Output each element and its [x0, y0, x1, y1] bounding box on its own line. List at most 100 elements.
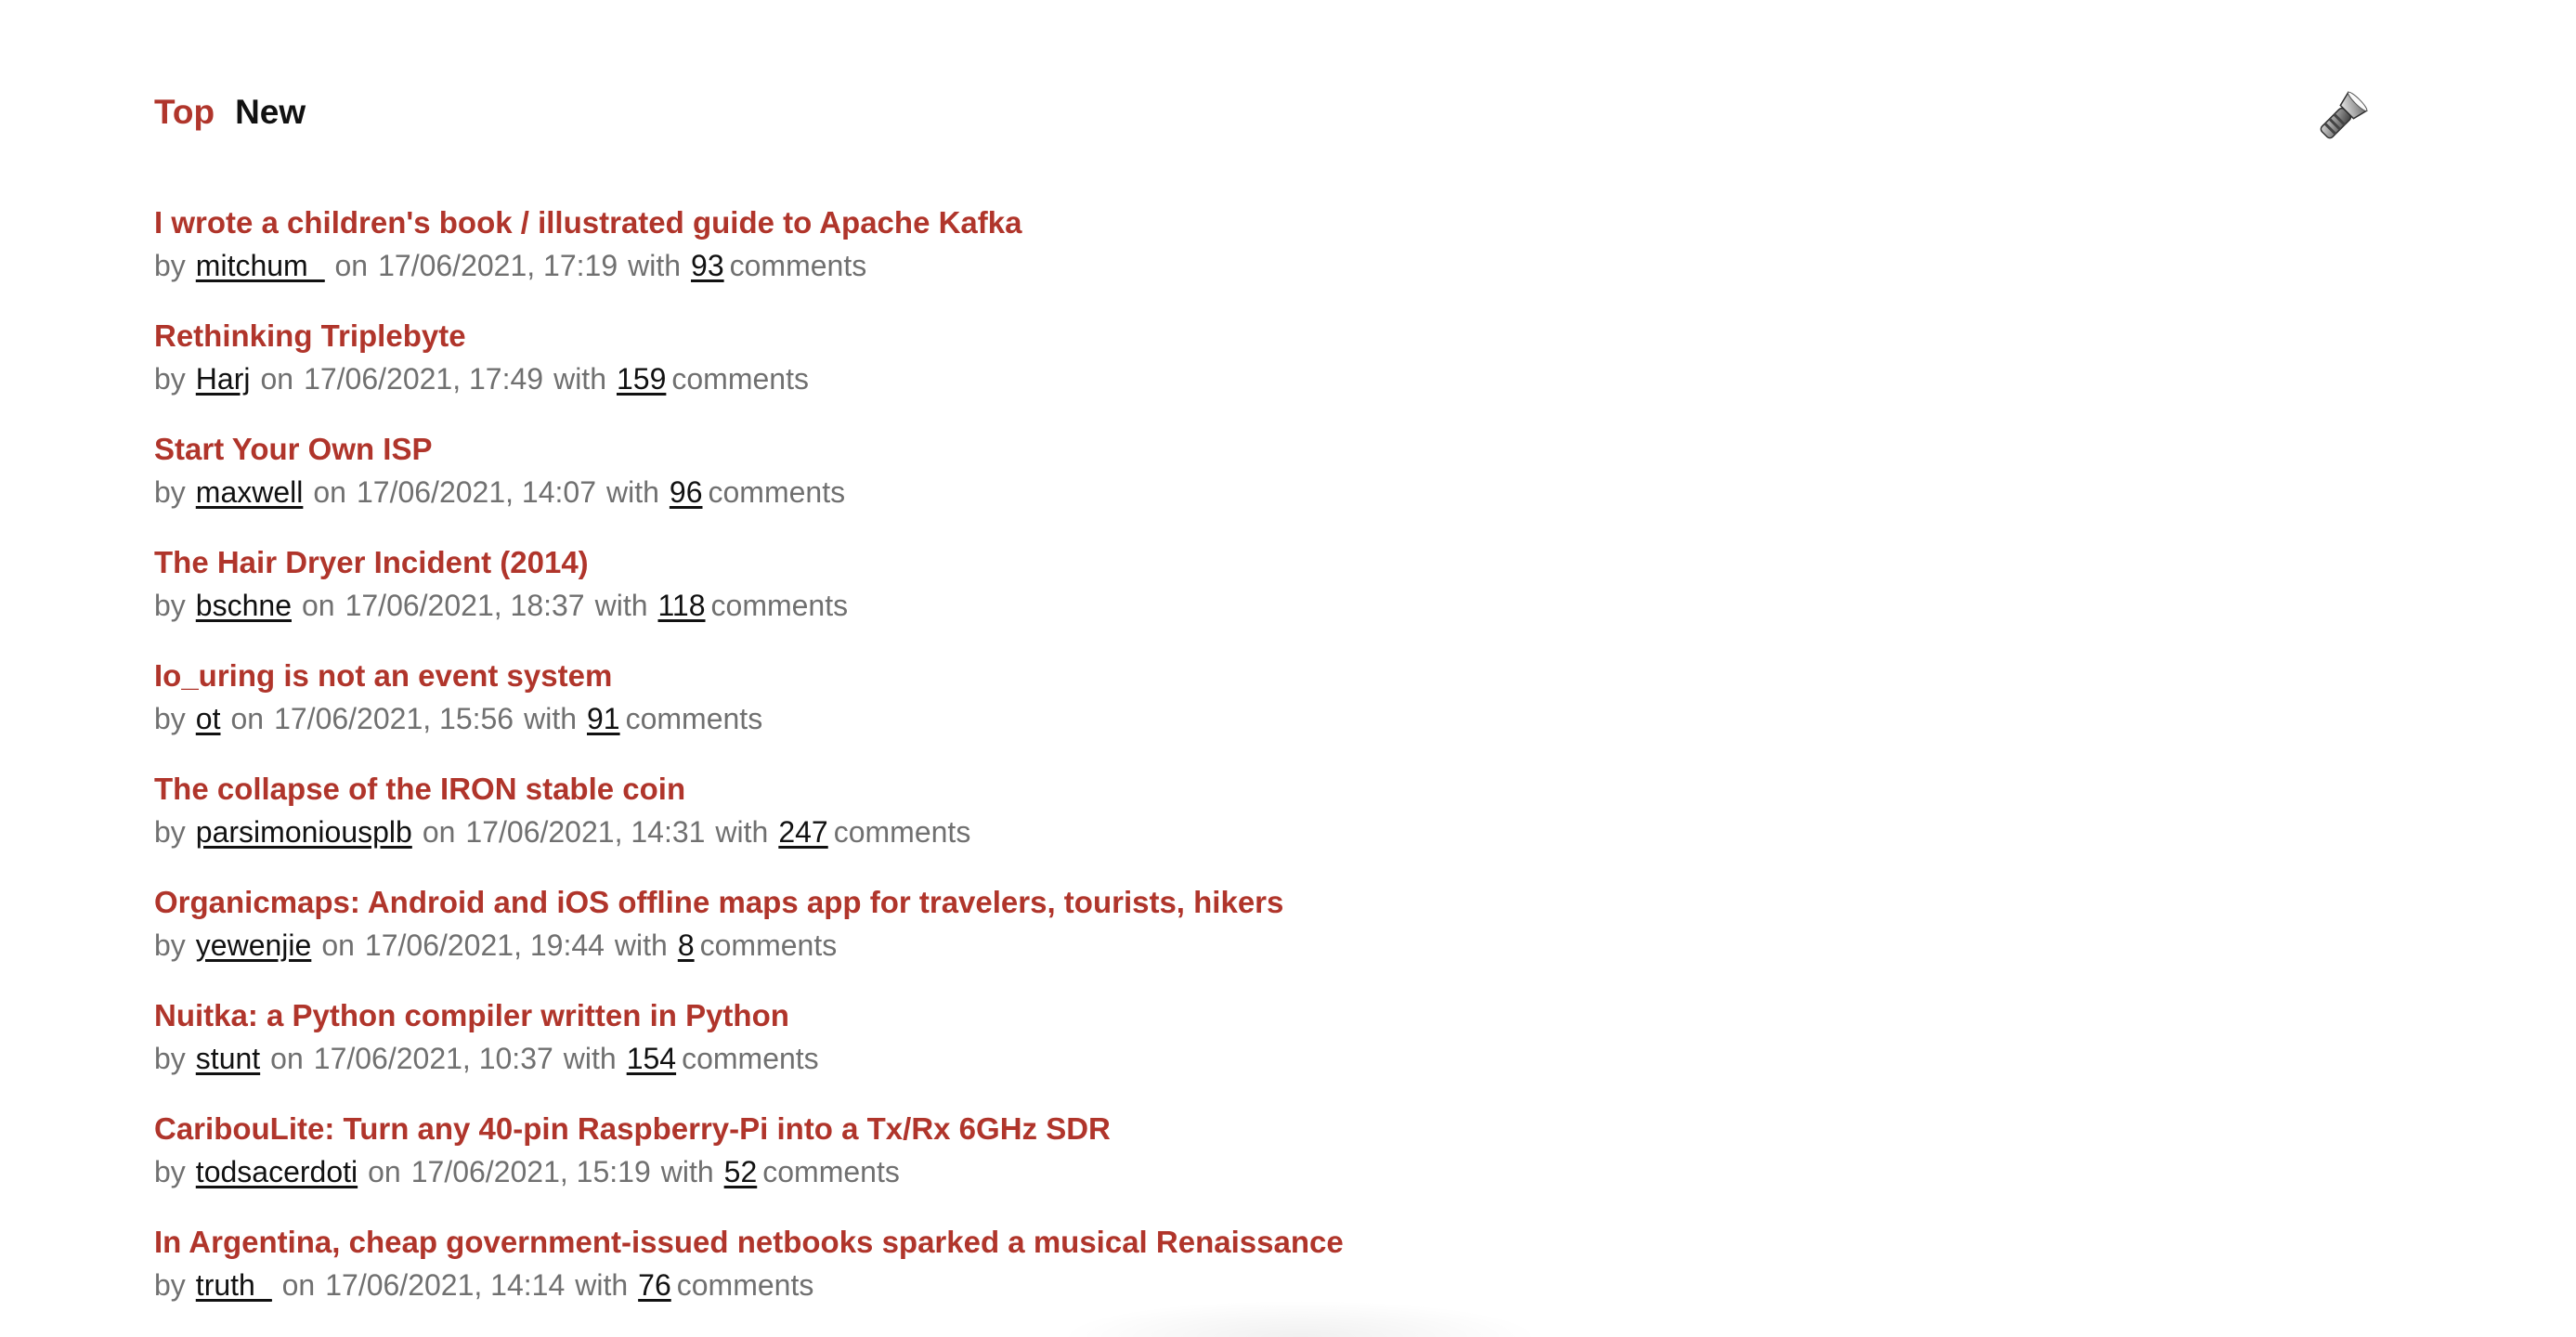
- author-link[interactable]: todsacerdoti: [196, 1155, 358, 1188]
- author-link[interactable]: truth_: [196, 1268, 272, 1302]
- story-title-link[interactable]: Start Your Own ISP: [154, 427, 1344, 472]
- comments-count-link[interactable]: 52: [724, 1155, 758, 1188]
- meta-by-label: by: [154, 475, 186, 509]
- story-date: 17/06/2021, 14:07: [356, 475, 596, 509]
- author-link[interactable]: stunt: [196, 1042, 260, 1075]
- meta-comments-label: comments: [710, 589, 849, 622]
- story-date: 17/06/2021, 15:19: [410, 1155, 651, 1188]
- meta-with-label: with: [628, 249, 682, 282]
- story-meta: by yewenjie on 17/06/2021, 19:44 with 8 commen…: [154, 925, 1344, 966]
- tab-top[interactable]: Top: [154, 93, 215, 132]
- meta-with-label: with: [563, 1042, 617, 1075]
- meta-on-label: on: [281, 1268, 316, 1302]
- tab-new[interactable]: New: [235, 93, 306, 132]
- author-link[interactable]: mitchum_: [196, 249, 325, 282]
- story-date: 17/06/2021, 15:56: [274, 702, 514, 735]
- author-link[interactable]: parsimoniousplb: [196, 815, 412, 849]
- story-item: The collapse of the IRON stable coin by p…: [154, 767, 1344, 880]
- meta-by-label: by: [154, 702, 186, 735]
- story-item: Rethinking Triplebyte by Harj on 17/06/2021…: [154, 314, 1344, 427]
- comments-count-link[interactable]: 8: [678, 928, 695, 962]
- meta-on-label: on: [230, 702, 265, 735]
- story-item: CaribouLite: Turn any 40-pin Raspberry-P…: [154, 1107, 1344, 1220]
- meta-by-label: by: [154, 1155, 186, 1188]
- story-title-link[interactable]: The collapse of the IRON stable coin: [154, 767, 1344, 811]
- meta-with-label: with: [553, 362, 606, 396]
- story-title-link[interactable]: Rethinking Triplebyte: [154, 314, 1344, 358]
- meta-by-label: by: [154, 362, 186, 396]
- story-item: The Hair Dryer Incident (2014) by bschne o…: [154, 540, 1344, 654]
- comments-count-link[interactable]: 154: [627, 1042, 676, 1075]
- meta-by-label: by: [154, 249, 186, 282]
- meta-with-label: with: [605, 475, 659, 509]
- story-date: 17/06/2021, 18:37: [345, 589, 585, 622]
- meta-comments-label: comments: [671, 362, 809, 396]
- meta-with-label: with: [575, 1268, 629, 1302]
- story-meta: by stunt on 17/06/2021, 10:37 with 154 comment…: [154, 1038, 1344, 1079]
- story-title-link[interactable]: Organicmaps: Android and iOS offline map…: [154, 880, 1344, 925]
- comments-count-link[interactable]: 159: [617, 362, 666, 396]
- story-item: Io_uring is not an event system by ot on 17…: [154, 654, 1344, 767]
- flashlight-icon: [2320, 91, 2368, 139]
- story-title-link[interactable]: In Argentina, cheap government-issued ne…: [154, 1220, 1344, 1265]
- author-link[interactable]: ot: [196, 702, 221, 735]
- meta-on-label: on: [270, 1042, 304, 1075]
- meta-comments-label: comments: [833, 815, 971, 849]
- story-date: 17/06/2021, 10:37: [313, 1042, 553, 1075]
- nav-tabs: Top New: [154, 93, 306, 132]
- comments-count-link[interactable]: 91: [587, 702, 620, 735]
- story-meta: by parsimoniousplb on 17/06/2021, 14:31 with…: [154, 811, 1344, 852]
- meta-by-label: by: [154, 928, 186, 962]
- author-link[interactable]: Harj: [196, 362, 251, 396]
- meta-with-label: with: [660, 1155, 714, 1188]
- comments-count-link[interactable]: 76: [638, 1268, 671, 1302]
- story-title-link[interactable]: CaribouLite: Turn any 40-pin Raspberry-P…: [154, 1107, 1344, 1151]
- meta-on-label: on: [313, 475, 346, 509]
- story-meta: by ot on 17/06/2021, 15:56 with 91 comments: [154, 698, 1344, 739]
- story-item: Organicmaps: Android and iOS offline map…: [154, 880, 1344, 993]
- story-meta: by mitchum_ on 17/06/2021, 17:19 with 93 comme…: [154, 245, 1344, 286]
- meta-comments-label: comments: [676, 1268, 814, 1302]
- story-meta: by bschne on 17/06/2021, 18:37 with 118 commen…: [154, 585, 1344, 626]
- bottom-shadow: [1059, 1300, 1542, 1337]
- author-link[interactable]: bschne: [196, 589, 292, 622]
- comments-count-link[interactable]: 118: [658, 589, 706, 622]
- story-meta: by todsacerdoti on 17/06/2021, 15:19 with 52 c…: [154, 1151, 1344, 1192]
- story-meta: by maxwell on 17/06/2021, 14:07 with 96 commen…: [154, 472, 1344, 513]
- story-title-link[interactable]: Io_uring is not an event system: [154, 654, 1344, 698]
- comments-count-link[interactable]: 93: [691, 249, 724, 282]
- meta-on-label: on: [301, 589, 335, 622]
- story-date: 17/06/2021, 14:14: [325, 1268, 566, 1302]
- meta-comments-label: comments: [762, 1155, 900, 1188]
- meta-by-label: by: [154, 589, 186, 622]
- meta-by-label: by: [154, 1042, 186, 1075]
- story-date: 17/06/2021, 14:31: [465, 815, 706, 849]
- author-link[interactable]: yewenjie: [196, 928, 312, 962]
- story-date: 17/06/2021, 17:19: [378, 249, 618, 282]
- meta-comments-label: comments: [682, 1042, 819, 1075]
- story-title-link[interactable]: I wrote a children's book / illustrated …: [154, 201, 1344, 245]
- meta-with-label: with: [524, 702, 577, 735]
- meta-with-label: with: [594, 589, 648, 622]
- meta-comments-label: comments: [708, 475, 846, 509]
- story-title-link[interactable]: The Hair Dryer Incident (2014): [154, 540, 1344, 585]
- meta-with-label: with: [715, 815, 769, 849]
- story-title-link[interactable]: Nuitka: a Python compiler written in Pyt…: [154, 993, 1344, 1038]
- meta-on-label: on: [368, 1155, 401, 1188]
- story-item: Start Your Own ISP by maxwell on 17/06/2021…: [154, 427, 1344, 540]
- meta-comments-label: comments: [729, 249, 867, 282]
- author-link[interactable]: maxwell: [196, 475, 304, 509]
- comments-count-link[interactable]: 96: [670, 475, 703, 509]
- comments-count-link[interactable]: 247: [778, 815, 827, 849]
- story-item: I wrote a children's book / illustrated …: [154, 201, 1344, 314]
- meta-on-label: on: [321, 928, 355, 962]
- meta-by-label: by: [154, 815, 186, 849]
- story-meta: by Harj on 17/06/2021, 17:49 with 159 comments: [154, 358, 1344, 399]
- meta-by-label: by: [154, 1268, 186, 1302]
- meta-on-label: on: [260, 362, 294, 396]
- meta-on-label: on: [422, 815, 456, 849]
- theme-toggle-button[interactable]: [2309, 85, 2374, 150]
- meta-on-label: on: [334, 249, 369, 282]
- story-date: 17/06/2021, 17:49: [304, 362, 544, 396]
- story-date: 17/06/2021, 19:44: [364, 928, 605, 962]
